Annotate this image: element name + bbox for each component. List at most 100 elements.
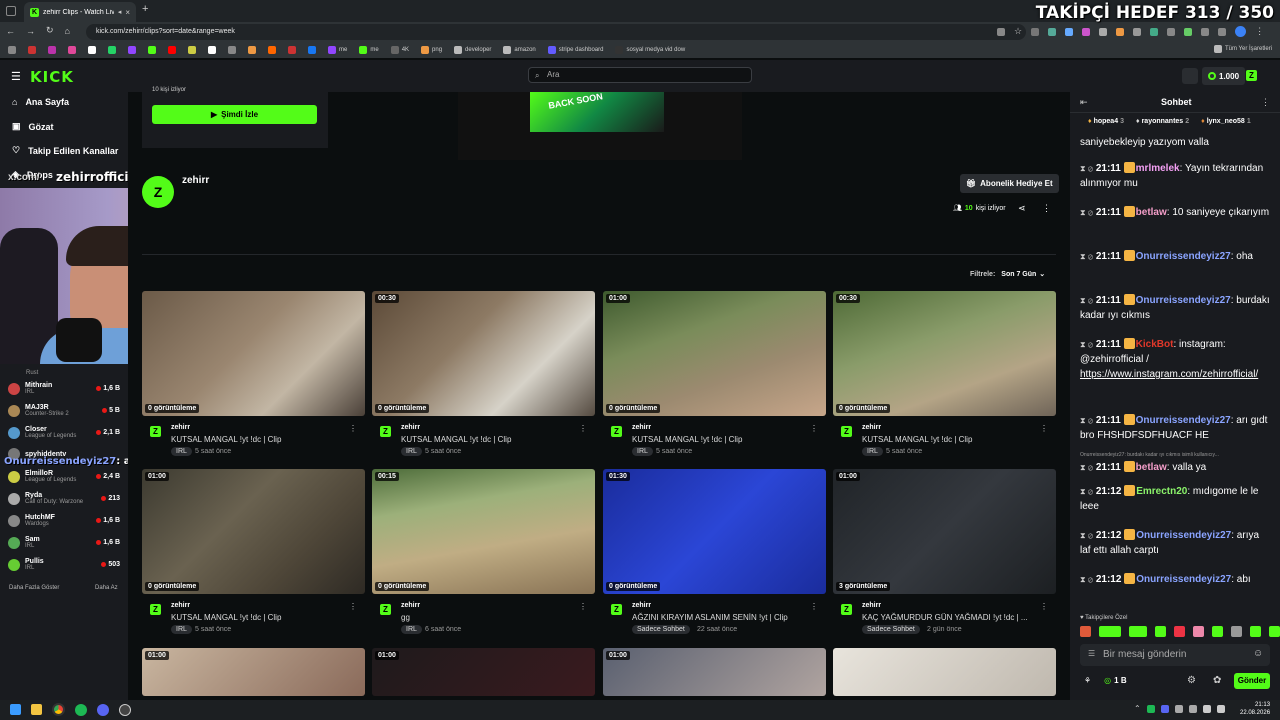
x-bookmark-icon[interactable]	[88, 46, 96, 54]
bookmark-icon[interactable]	[288, 46, 296, 54]
clip-card[interactable]: 01:00	[142, 648, 365, 696]
clip-thumbnail[interactable]: 01:00 0 görüntüleme	[603, 291, 826, 416]
share-icon[interactable]: ⋖	[1018, 203, 1026, 214]
connections-icon[interactable]: ⚘	[1084, 676, 1091, 685]
emote-icon[interactable]	[1129, 626, 1147, 637]
emote-icon[interactable]	[1193, 626, 1204, 637]
emote-icon[interactable]	[1080, 626, 1091, 637]
clip-card[interactable]: 0 görüntüleme Z zehirr ⋮ KUTSAL MANGAL !…	[142, 291, 365, 460]
category-tag[interactable]: IRL	[862, 447, 883, 456]
all-bookmarks[interactable]: Tüm Yer İşaretleri	[1214, 45, 1272, 53]
search-input[interactable]: ⌕ Ara	[528, 67, 752, 83]
gifter-item[interactable]: ♦ hopea4 3	[1088, 118, 1124, 125]
settings-gear-icon[interactable]: ⚙	[1187, 675, 1196, 686]
chat-username[interactable]: KickBot	[1136, 339, 1174, 350]
nav-following[interactable]: ♡ Takip Edilen Kanallar	[12, 145, 118, 156]
whatsapp-bookmark-icon[interactable]	[108, 46, 116, 54]
profile-avatar-icon[interactable]	[1235, 26, 1247, 37]
bookmark-item[interactable]: me	[328, 46, 347, 54]
bookmark-item[interactable]: png	[421, 46, 442, 54]
clip-title[interactable]: AĞZINI KIRAYIM ASLANIM SENİN !yt | Clip	[632, 613, 788, 622]
chat-input[interactable]: ☰ Bir mesaj gönderin ☺	[1080, 644, 1270, 666]
clip-thumbnail[interactable]: 01:00	[372, 648, 595, 696]
download-icon[interactable]	[1184, 27, 1193, 36]
collapse-chat-icon[interactable]: ⇤	[1080, 97, 1088, 108]
clip-card[interactable]: 01:00	[372, 648, 595, 696]
clip-thumbnail[interactable]: 01:00 0 görüntüleme	[142, 469, 365, 594]
extension-icon[interactable]	[1150, 27, 1159, 36]
bookmark-icon[interactable]	[48, 46, 56, 54]
bookmark-folder[interactable]: amazon	[503, 46, 536, 54]
obs-icon[interactable]	[119, 703, 131, 716]
channel-name[interactable]: zehirr	[182, 175, 209, 186]
clip-title[interactable]: KUTSAL MANGAL !yt !dc | Clip	[171, 435, 281, 444]
channel-avatar-icon[interactable]: Z	[841, 426, 852, 437]
clip-title[interactable]: KUTSAL MANGAL !yt !dc | Clip	[862, 435, 972, 444]
emote-icon[interactable]	[1250, 626, 1261, 637]
gifter-item[interactable]: ♦ rayonnantes 2	[1136, 118, 1189, 125]
category-tag[interactable]: IRL	[171, 447, 192, 456]
bookmark-icon[interactable]	[248, 46, 256, 54]
clip-thumbnail[interactable]: 00:30 0 görüntüleme	[833, 291, 1056, 416]
clip-channel[interactable]: zehirr	[862, 424, 881, 431]
send-button[interactable]: Gönder	[1234, 673, 1270, 689]
bookmark-icon[interactable]	[228, 46, 236, 54]
youtube-bookmark-icon[interactable]	[168, 46, 176, 54]
clip-thumbnail[interactable]: 00:15 0 görüntüleme	[372, 469, 595, 594]
url-field[interactable]: kick.com/zehirr/clips?sort=date&range=we…	[86, 24, 1026, 40]
sidebar-channel[interactable]: Ryda Call of Duty: Warzone 213	[8, 492, 120, 505]
windows-start-icon[interactable]	[10, 704, 21, 715]
bookmark-item[interactable]: 4K	[390, 46, 409, 54]
chat-username[interactable]: Onurreissendeyiz27	[1136, 574, 1231, 585]
points-value[interactable]: 1 B	[1114, 676, 1126, 685]
clip-menu-icon[interactable]: ⋮	[810, 424, 818, 433]
clip-card[interactable]: 01:00	[603, 648, 826, 696]
extension-icon[interactable]	[1116, 27, 1125, 36]
user-avatar-icon[interactable]: Z	[1246, 70, 1257, 81]
clip-channel[interactable]: zehirr	[632, 602, 651, 609]
hamburger-menu-icon[interactable]: ☰	[11, 70, 21, 83]
bookmark-folder[interactable]: developer	[454, 46, 491, 54]
category-tag[interactable]: Sadece Sohbet	[632, 625, 690, 634]
clip-title[interactable]: KUTSAL MANGAL !yt !dc | Clip	[401, 435, 511, 444]
clip-card[interactable]: 01:00 0 görüntüleme Z zehirr ⋮ KUTSAL MAN…	[603, 291, 826, 460]
tab-actions-icon[interactable]	[6, 6, 16, 16]
chat-username[interactable]: Onurreissendeyiz27	[1136, 251, 1231, 262]
channel-avatar-icon[interactable]: Z	[150, 604, 161, 615]
clip-menu-icon[interactable]: ⋮	[349, 424, 357, 433]
clip-card[interactable]: 01:00 3 görüntüleme Z zehirr ⋮ KAÇ YAĞMUR…	[833, 469, 1056, 638]
watch-now-button[interactable]: ▶ Şimdi İzle	[152, 105, 317, 124]
clip-channel[interactable]: zehirr	[401, 602, 420, 609]
clip-title[interactable]: KAÇ YAĞMURDUR GÜN YAĞMADI !yt !dc | ...	[862, 613, 1028, 622]
new-tab-button[interactable]: +	[142, 3, 148, 15]
file-explorer-icon[interactable]	[31, 704, 42, 715]
clip-thumbnail[interactable]: 01:30 0 görüntüleme	[603, 469, 826, 594]
clip-menu-icon[interactable]: ⋮	[1040, 602, 1048, 611]
show-less-link[interactable]: Daha Az	[95, 585, 118, 591]
chat-username[interactable]: mrlmelek	[1136, 163, 1180, 174]
clip-card[interactable]: 00:30 0 görüntüleme Z zehirr ⋮ KUTSAL MAN…	[372, 291, 595, 460]
nav-browse[interactable]: ▣ Gözat	[12, 121, 54, 132]
clip-channel[interactable]: zehirr	[401, 424, 420, 431]
extension-icon[interactable]	[1082, 27, 1091, 36]
kick-logo[interactable]: KICK	[30, 68, 74, 86]
gifter-item[interactable]: ♦ lynx_neo58 1	[1201, 118, 1251, 125]
clip-card[interactable]	[833, 648, 1056, 696]
sidebar-channel[interactable]: Mithrain IRL 1,6 B	[8, 382, 120, 395]
clip-channel[interactable]: zehirr	[171, 424, 190, 431]
clip-thumbnail[interactable]: 01:00	[142, 648, 365, 696]
bookmark-icon[interactable]	[128, 46, 136, 54]
chat-username[interactable]: Emrectn20	[1136, 486, 1187, 497]
channel-avatar-icon[interactable]: Z	[380, 604, 391, 615]
extension-icon[interactable]	[1099, 27, 1108, 36]
more-options-icon[interactable]: ⋮	[1042, 203, 1051, 214]
volume-icon[interactable]	[1216, 704, 1225, 713]
channel-avatar-icon[interactable]: Z	[611, 604, 622, 615]
chat-username[interactable]: Onurreissendeyiz27	[1136, 295, 1231, 306]
clip-title[interactable]: gg	[401, 613, 410, 622]
sidepanel-icon[interactable]	[1201, 27, 1210, 36]
clip-menu-icon[interactable]: ⋮	[810, 602, 818, 611]
star-icon[interactable]: ☆	[1014, 26, 1022, 37]
nav-home[interactable]: ⌂ Ana Sayfa	[12, 97, 69, 107]
taskbar-clock[interactable]: 21:13 22.08.2026	[1240, 701, 1270, 717]
